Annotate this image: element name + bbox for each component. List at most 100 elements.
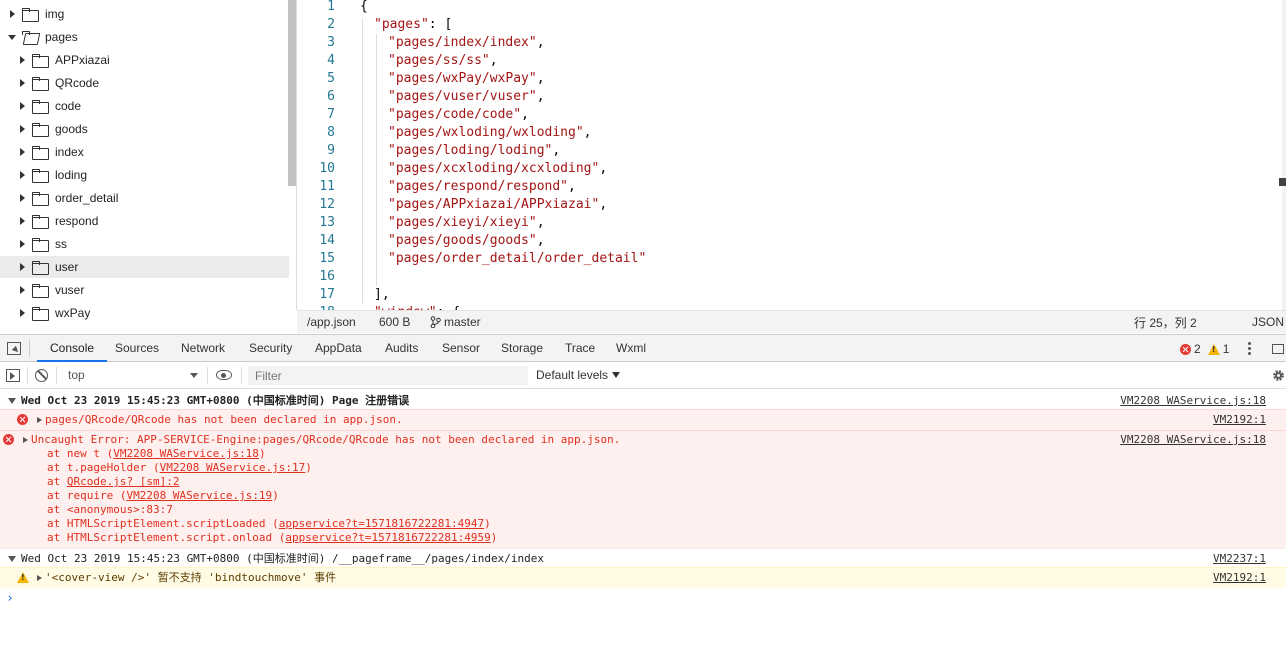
dock-side-icon[interactable] — [1272, 344, 1284, 354]
console-error-message[interactable]: Uncaught Error: APP-SERVICE-Engine:pages… — [0, 430, 1286, 548]
code-line[interactable]: 5 "pages/wxPay/wxPay", — [297, 70, 1286, 88]
code-line[interactable]: 8 "pages/wxloding/wxloding", — [297, 124, 1286, 142]
code-line[interactable]: 7 "pages/code/code", — [297, 106, 1286, 124]
console-group-header[interactable]: Wed Oct 23 2019 15:45:23 GMT+0800 (中国标准时… — [0, 548, 1286, 567]
tab-audits[interactable]: Audits — [385, 335, 418, 362]
editor-scrollbar[interactable] — [1282, 0, 1286, 310]
tree-item-wxpay[interactable]: wxPay — [0, 302, 289, 324]
source-link[interactable]: VM2237:1 — [1213, 549, 1266, 568]
chevron-right-icon[interactable] — [18, 239, 28, 249]
stack-frame-link[interactable]: VM2208 WAService.js:18 — [113, 447, 259, 460]
chevron-right-icon[interactable] — [18, 285, 28, 295]
chevron-down-icon[interactable] — [8, 32, 18, 42]
status-branch[interactable]: master — [430, 315, 481, 329]
tree-item-respond[interactable]: respond — [0, 210, 289, 232]
code-line[interactable]: 3 "pages/index/index", — [297, 34, 1286, 52]
clear-console-icon[interactable] — [35, 369, 48, 382]
expand-arrow-icon[interactable] — [37, 417, 42, 423]
tree-item-qrcode[interactable]: QRcode — [0, 72, 289, 94]
stack-frame-link[interactable]: QRcode.js? [sm]:2 — [67, 475, 180, 488]
stack-frame: at QRcode.js? [sm]:2 — [47, 475, 179, 489]
tab-sensor[interactable]: Sensor — [442, 335, 480, 362]
code-line[interactable]: 11 "pages/respond/respond", — [297, 178, 1286, 196]
show-sidebar-icon[interactable] — [6, 369, 20, 382]
tab-sources[interactable]: Sources — [115, 335, 159, 362]
code-line[interactable]: 9 "pages/loding/loding", — [297, 142, 1286, 160]
tree-item-goods[interactable]: goods — [0, 118, 289, 140]
tab-security[interactable]: Security — [249, 335, 292, 362]
code-editor[interactable]: 1{2 "pages": [3 "pages/index/index", 4 "page… — [297, 0, 1286, 310]
chevron-right-icon[interactable] — [18, 101, 28, 111]
tree-item-code[interactable]: code — [0, 95, 289, 117]
tree-item-vuser[interactable]: vuser — [0, 279, 289, 301]
chevron-right-icon[interactable] — [18, 193, 28, 203]
console-filter-input[interactable] — [248, 366, 528, 385]
tree-item-index[interactable]: index — [0, 141, 289, 163]
stack-frame-prefix: at <anonymous>:83:7 — [47, 503, 173, 516]
log-levels-dropdown[interactable]: Default levels — [536, 368, 621, 382]
tree-item-user[interactable]: user — [0, 256, 289, 278]
expand-arrow-icon[interactable] — [37, 575, 42, 581]
stack-frame-link[interactable]: VM2208 WAService.js:19 — [126, 489, 272, 502]
live-expression-eye-icon[interactable] — [216, 370, 232, 380]
file-tree-scrollbar[interactable] — [288, 0, 296, 186]
tree-item-appxiazai[interactable]: APPxiazai — [0, 49, 289, 71]
code-text: ], — [374, 287, 390, 302]
chevron-right-icon[interactable] — [18, 124, 28, 134]
git-branch-icon — [430, 316, 441, 328]
code-line[interactable]: 14 "pages/goods/goods", — [297, 232, 1286, 250]
tree-item-pages[interactable]: pages — [0, 26, 289, 48]
tree-item-loding[interactable]: loding — [0, 164, 289, 186]
tab-network[interactable]: Network — [181, 335, 225, 362]
source-link[interactable]: VM2208 WAService.js:18 — [1120, 433, 1266, 447]
gear-icon[interactable] — [1271, 368, 1286, 383]
chevron-right-icon[interactable] — [18, 147, 28, 157]
tree-item-img[interactable]: img — [0, 3, 289, 25]
more-options-icon[interactable] — [1248, 341, 1252, 357]
tab-console[interactable]: Console — [37, 335, 108, 362]
chevron-right-icon[interactable] — [18, 308, 28, 318]
console-group-header[interactable]: Wed Oct 23 2019 15:45:23 GMT+0800 (中国标准时… — [0, 391, 1286, 410]
stack-frame-link[interactable]: appservice?t=1571816722281:4947 — [279, 517, 484, 530]
source-link[interactable]: VM2208 WAService.js:18 — [1120, 391, 1266, 410]
tree-item-order-detail[interactable]: order_detail — [0, 187, 289, 209]
code-line[interactable]: 10 "pages/xcxloding/xcxloding", — [297, 160, 1286, 178]
console-warning-message[interactable]: '<cover-view />' 暂不支持 'bindtouchmove' 事件… — [0, 567, 1286, 588]
code-line[interactable]: 16 — [297, 268, 1286, 286]
source-link[interactable]: VM2192:1 — [1213, 571, 1266, 585]
console-prompt-chevron-icon[interactable]: › — [6, 591, 14, 606]
tab-storage[interactable]: Storage — [501, 335, 543, 362]
context-selector[interactable]: top — [62, 366, 202, 385]
chevron-right-icon[interactable] — [18, 262, 28, 272]
chevron-right-icon[interactable] — [18, 170, 28, 180]
chevron-right-icon[interactable] — [18, 78, 28, 88]
expand-arrow-icon[interactable] — [23, 437, 28, 443]
status-cursor-position[interactable]: 行 25，列 2 — [1134, 314, 1197, 331]
status-file-path[interactable]: /app.json — [307, 315, 356, 329]
chevron-right-icon[interactable] — [8, 9, 18, 19]
code-line[interactable]: 1{ — [297, 0, 1286, 16]
status-language-mode[interactable]: JSON — [1252, 315, 1284, 329]
code-line[interactable]: 2 "pages": [ — [297, 16, 1286, 34]
issue-counts[interactable]: 2 1 — [1180, 342, 1229, 356]
chevron-right-icon[interactable] — [18, 55, 28, 65]
code-line[interactable]: 4 "pages/ss/ss", — [297, 52, 1286, 70]
tab-trace[interactable]: Trace — [565, 335, 595, 362]
code-line[interactable]: 17], — [297, 286, 1286, 304]
tree-item-ss[interactable]: ss — [0, 233, 289, 255]
chevron-right-icon[interactable] — [18, 216, 28, 226]
code-line[interactable]: 6 "pages/vuser/vuser", — [297, 88, 1286, 106]
inspect-element-icon[interactable] — [7, 342, 21, 355]
source-link[interactable]: VM2192:1 — [1213, 413, 1266, 427]
tab-wxml[interactable]: Wxml — [616, 335, 646, 362]
stack-frame-link[interactable]: appservice?t=1571816722281:4959 — [285, 531, 490, 544]
stack-frame-link[interactable]: VM2208 WAService.js:17 — [160, 461, 306, 474]
code-line[interactable]: 13 "pages/xieyi/xieyi", — [297, 214, 1286, 232]
tree-item-label: code — [55, 99, 82, 113]
code-line[interactable]: 12 "pages/APPxiazai/APPxiazai", — [297, 196, 1286, 214]
tab-appdata[interactable]: AppData — [315, 335, 362, 362]
divider — [27, 367, 28, 384]
code-line[interactable]: 15 "pages/order_detail/order_detail" — [297, 250, 1286, 268]
console-error-message[interactable]: pages/QRcode/QRcode has not been declare… — [0, 409, 1286, 430]
console-output[interactable]: Wed Oct 23 2019 15:45:23 GMT+0800 (中国标准时… — [0, 390, 1286, 659]
